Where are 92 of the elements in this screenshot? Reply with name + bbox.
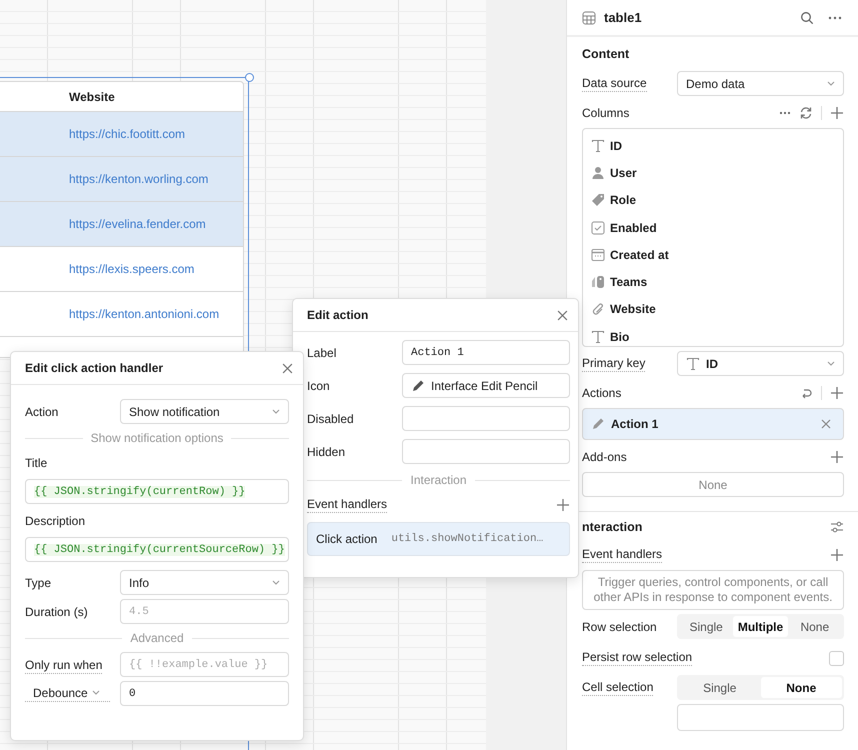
plus-icon[interactable] [830, 106, 844, 120]
calendar-icon [591, 248, 605, 262]
field-label: Action [25, 404, 60, 418]
checkbox-icon [591, 220, 605, 235]
segment-option[interactable]: None [760, 677, 842, 698]
tag-icon [591, 193, 605, 208]
debounce-menu[interactable]: Debounce [25, 686, 110, 702]
caret-icon [92, 690, 100, 695]
field-label: Icon [307, 378, 331, 392]
dropdown-select[interactable]: Show notification [120, 399, 289, 424]
tags-icon [591, 275, 605, 290]
field-label: Data source [582, 76, 647, 92]
more-icon[interactable] [779, 111, 791, 115]
more-icon[interactable] [828, 16, 842, 20]
code-input[interactable]: {{ JSON.stringify(currentSourceRow) }} [25, 537, 289, 562]
paperclip-icon [591, 302, 605, 316]
section-divider-label: Interaction [410, 473, 467, 487]
field-label: Label [307, 346, 338, 360]
website-link[interactable]: https://kenton.antonioni.com [69, 307, 220, 321]
segment-option[interactable]: Multiple [733, 616, 788, 637]
field-label: Persist row selection [582, 650, 692, 666]
empty-addons-box: None [582, 472, 844, 497]
action-item[interactable]: Action 1 [582, 408, 844, 440]
popover-title: Edit click action handler [25, 361, 164, 375]
section-divider-label: Show notification options [90, 431, 224, 445]
column-item[interactable]: Bio [591, 323, 835, 350]
column-item[interactable]: Website [591, 296, 835, 324]
field-label: Primary key [582, 356, 646, 372]
column-item[interactable]: User [591, 159, 835, 187]
table-icon [582, 10, 596, 24]
input-field[interactable] [402, 406, 570, 431]
close-icon[interactable] [557, 310, 568, 320]
column-item[interactable]: Enabled [591, 214, 835, 242]
segment-option[interactable]: None [788, 616, 842, 637]
field-label: Duration (s) [25, 604, 89, 618]
column-item[interactable]: Role [591, 186, 835, 214]
text-type-icon [591, 138, 605, 153]
column-item[interactable]: ID [591, 132, 835, 160]
segment-option[interactable]: Single [679, 677, 760, 698]
empty-handlers-box: Trigger queries, control components, or call other APIs in response to component events. [582, 570, 844, 610]
close-icon[interactable] [821, 419, 831, 429]
plus-icon[interactable] [830, 450, 844, 464]
component-name: table1 [604, 10, 642, 25]
text-type-icon [591, 330, 605, 344]
plus-icon[interactable] [830, 386, 844, 400]
event-handler-item[interactable]: Click action utils.showNotification… [307, 522, 570, 556]
field-label: Title [25, 456, 48, 470]
pencil-icon [411, 378, 425, 392]
field-label: Description [25, 514, 86, 528]
field-label: Only run when [25, 658, 104, 672]
field-label: Disabled [307, 412, 355, 426]
input-field[interactable]: 0 [120, 681, 289, 706]
icon-select[interactable]: Interface Edit Pencil [402, 373, 570, 398]
sliders-icon[interactable] [830, 520, 844, 534]
field-label: Event handlers [582, 547, 662, 563]
primary-key-select[interactable]: ID [677, 351, 844, 376]
refresh-icon[interactable] [799, 106, 813, 120]
caret-icon [272, 409, 280, 414]
code-input[interactable]: {{ JSON.stringify(currentRow) }} [25, 479, 289, 504]
field-label: Type [25, 576, 52, 590]
field-label: Add-ons [582, 450, 628, 464]
input-field[interactable] [402, 439, 570, 464]
column-header[interactable]: Website [69, 90, 115, 104]
section-title: Content [582, 46, 630, 63]
close-icon[interactable] [282, 362, 293, 374]
label-input[interactable]: Action 1 [402, 340, 570, 365]
field-label: Columns [582, 106, 630, 120]
segment-option[interactable]: Single [679, 616, 734, 637]
plus-icon[interactable] [556, 498, 570, 512]
text-type-icon [686, 356, 700, 370]
input-field[interactable] [677, 704, 844, 731]
person-icon [591, 166, 605, 180]
column-item[interactable]: Created at [591, 241, 835, 268]
caret-icon [827, 81, 835, 86]
website-link[interactable]: https://lexis.speers.com [69, 262, 194, 276]
section-divider-label: Advanced [130, 631, 184, 645]
section-title: nteraction [582, 520, 642, 534]
pencil-icon [591, 417, 605, 431]
search-icon[interactable] [800, 10, 814, 24]
field-label: Hidden [307, 444, 346, 458]
popover-title: Edit action [307, 308, 368, 322]
caret-icon [272, 580, 280, 585]
caret-icon [827, 361, 835, 366]
dropdown-select[interactable]: Info [120, 570, 289, 595]
plus-icon[interactable] [830, 548, 844, 562]
field-label: Actions [582, 386, 622, 400]
data-source-select[interactable]: Demo data [677, 71, 844, 96]
field-label: Event handlers [307, 497, 388, 513]
field-label: Row selection [582, 620, 658, 634]
column-item[interactable]: Teams [591, 268, 835, 296]
field-label: Cell selection [582, 680, 654, 696]
checkbox[interactable] [829, 650, 844, 666]
